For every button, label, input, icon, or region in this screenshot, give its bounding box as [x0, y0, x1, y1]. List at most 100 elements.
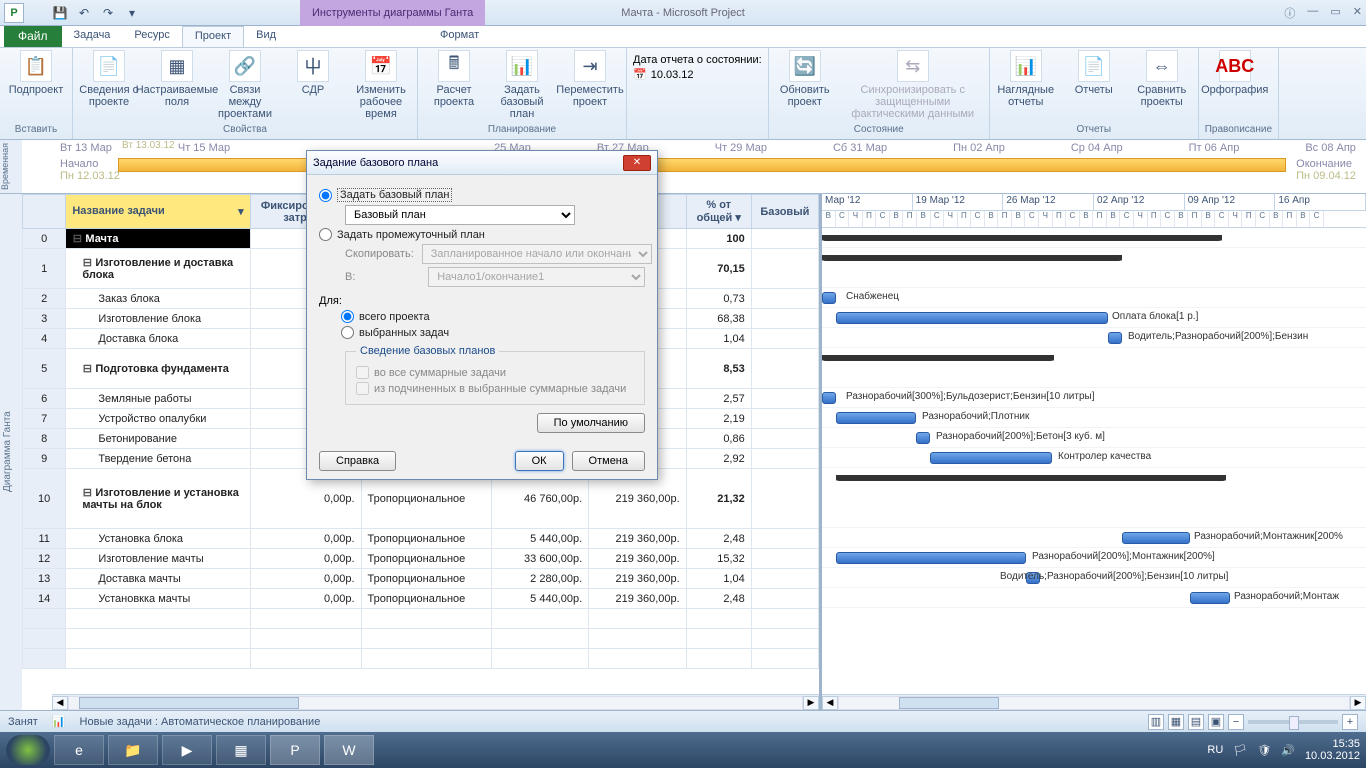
col-id[interactable] [23, 195, 66, 229]
col-percent[interactable]: % от общей ▾ [686, 195, 751, 229]
gantt-bar[interactable] [930, 452, 1052, 464]
gantt-bar[interactable] [916, 432, 930, 444]
maximize-icon[interactable]: ▭ [1330, 5, 1340, 21]
scroll-right-icon[interactable]: ▶ [803, 696, 819, 710]
help-button[interactable]: Справка [319, 451, 396, 471]
table-row[interactable]: 12Изготовление мачты0,00р.Тропорциональн… [23, 549, 819, 569]
gantt-row[interactable]: Разнорабочий[300%];Бульдозерист;Бензин[1… [822, 388, 1366, 408]
gantt-row[interactable]: Разнорабочий[200%];Бетон[3 куб. м] [822, 428, 1366, 448]
defaults-button[interactable]: По умолчанию [537, 413, 645, 433]
tray-clock[interactable]: 15:3510.03.2012 [1305, 738, 1360, 762]
baseline-select[interactable]: Базовый план [345, 205, 575, 225]
gantt-bar[interactable] [836, 552, 1026, 564]
gantt-row[interactable]: Разнорабочий[200%];Монтажник[200%] [822, 548, 1366, 568]
gantt-bar[interactable] [836, 412, 916, 424]
gantt-hscroll[interactable]: ◀ ▶ [822, 694, 1366, 710]
cancel-button[interactable]: Отмена [572, 451, 645, 471]
reports-button[interactable]: 📄Отчеты [1064, 50, 1124, 96]
gantt-bar[interactable] [822, 255, 1122, 261]
gantt-bar[interactable] [1108, 332, 1122, 344]
gantt-row[interactable]: Контролер качества [822, 448, 1366, 468]
set-baseline-button[interactable]: 📊Задать базовый план [492, 50, 552, 120]
taskbar-explorer-icon[interactable]: 📁 [108, 735, 158, 765]
undo-icon[interactable]: ↶ [74, 3, 94, 23]
gantt-row[interactable]: Разнорабочий;Монтажник[200% [822, 528, 1366, 548]
visual-reports-button[interactable]: 📊Наглядные отчеты [996, 50, 1056, 108]
gantt-row[interactable]: Водитель;Разнорабочий[200%];Бензин[10 ли… [822, 568, 1366, 588]
calculate-button[interactable]: 🖩Расчет проекта [424, 50, 484, 108]
table-row[interactable]: 11Установка блока0,00р.Тропорциональное5… [23, 529, 819, 549]
gantt-bar[interactable] [1190, 592, 1230, 604]
radio-set-baseline[interactable]: Задать базовый план [319, 188, 645, 202]
calendar-icon[interactable]: 📅 [633, 68, 647, 81]
scroll-left-icon[interactable]: ◀ [52, 696, 68, 710]
gantt-bar[interactable] [822, 235, 1222, 241]
move-project-button[interactable]: ⇥Переместить проект [560, 50, 620, 108]
gantt-scroll-right-icon[interactable]: ▶ [1350, 696, 1366, 710]
gantt-chart[interactable]: Мар '1219 Мар '1226 Мар '1202 Апр '1209 … [822, 194, 1366, 710]
save-icon[interactable]: 💾 [50, 3, 70, 23]
newtasks-icon[interactable]: 📊 [52, 715, 66, 728]
help-icon[interactable]: ⓘ [1284, 5, 1295, 21]
subproject-button[interactable]: 📋Подпроект [6, 50, 66, 96]
view-icon-4[interactable]: ▣ [1208, 714, 1224, 730]
col-name[interactable]: Название задачи ▾ [66, 195, 250, 229]
qat-customize-icon[interactable]: ▾ [122, 3, 142, 23]
view-icon-3[interactable]: ▤ [1188, 714, 1204, 730]
tab-project[interactable]: Проект [182, 26, 244, 47]
gantt-row[interactable] [822, 228, 1366, 248]
table-row[interactable]: 13Доставка мачты0,00р.Тропорциональное2 … [23, 569, 819, 589]
gantt-bar[interactable] [822, 392, 836, 404]
compare-button[interactable]: ⇔Сравнить проекты [1132, 50, 1192, 108]
view-label[interactable]: Диаграмма Ганта [0, 194, 22, 710]
radio-whole-project[interactable]: всего проекта [341, 310, 645, 323]
tab-file[interactable]: Файл [4, 26, 62, 47]
sheet-hscroll[interactable]: ◀ ▶ [52, 694, 819, 710]
wbs-button[interactable]: ⼬СДР [283, 50, 343, 96]
tray-lang[interactable]: RU [1207, 744, 1223, 756]
zoom-in-icon[interactable]: + [1342, 714, 1358, 730]
gantt-bar[interactable] [836, 312, 1108, 324]
gantt-row[interactable] [822, 348, 1366, 388]
gantt-row[interactable]: Оплата блока[1 р.] [822, 308, 1366, 328]
close-icon[interactable]: ✕ [1353, 5, 1362, 21]
update-project-button[interactable]: 🔄Обновить проект [775, 50, 835, 108]
tab-view[interactable]: Вид [244, 26, 288, 47]
gantt-bar[interactable] [836, 475, 1226, 481]
gantt-row[interactable]: Разнорабочий;Монтаж [822, 588, 1366, 608]
tray-flag-icon[interactable]: 🏳 [1233, 744, 1247, 757]
status-date-value[interactable]: 10.03.12 [651, 69, 694, 81]
custom-fields-button[interactable]: ▦Настраиваемые поля [147, 50, 207, 108]
radio-set-interim[interactable]: Задать промежуточный план [319, 228, 645, 241]
gantt-bar[interactable] [822, 292, 836, 304]
links-button[interactable]: 🔗Связи между проектами [215, 50, 275, 120]
taskbar-ie-icon[interactable]: e [54, 735, 104, 765]
tab-task[interactable]: Задача [62, 26, 123, 47]
gantt-bar[interactable] [1122, 532, 1190, 544]
gantt-row[interactable] [822, 468, 1366, 528]
dialog-titlebar[interactable]: Задание базового плана ✕ [307, 151, 657, 175]
col-base[interactable]: Базовый [751, 195, 818, 229]
taskbar-project-icon[interactable]: P [270, 735, 320, 765]
timeline-bar[interactable] [118, 158, 1286, 172]
project-info-button[interactable]: 📄Сведения о проекте [79, 50, 139, 108]
tab-resource[interactable]: Ресурс [122, 26, 181, 47]
gantt-row[interactable]: Разнорабочий;Плотник [822, 408, 1366, 428]
taskbar-media-icon[interactable]: ▶ [162, 735, 212, 765]
gantt-row[interactable]: Снабженец [822, 288, 1366, 308]
gantt-row[interactable]: Водитель;Разнорабочий[200%];Бензин [822, 328, 1366, 348]
minimize-icon[interactable]: — [1307, 5, 1318, 21]
taskbar-app-icon[interactable]: ▦ [216, 735, 266, 765]
gantt-bar[interactable] [822, 355, 1054, 361]
dialog-close-icon[interactable]: ✕ [623, 155, 651, 171]
tray-volume-icon[interactable]: 🔊 [1281, 744, 1295, 757]
tray-shield-icon[interactable]: 🛡 [1257, 744, 1271, 757]
gantt-scroll-left-icon[interactable]: ◀ [822, 696, 838, 710]
radio-selected-tasks[interactable]: выбранных задач [341, 326, 645, 339]
taskbar-word-icon[interactable]: W [324, 735, 374, 765]
zoom-out-icon[interactable]: − [1228, 714, 1244, 730]
view-icon-1[interactable]: ▥ [1148, 714, 1164, 730]
zoom-slider[interactable] [1248, 720, 1338, 724]
table-row[interactable]: 14Установкка мачты0,00р.Тропорциональное… [23, 589, 819, 609]
spelling-button[interactable]: ABCОрфография [1205, 50, 1265, 96]
